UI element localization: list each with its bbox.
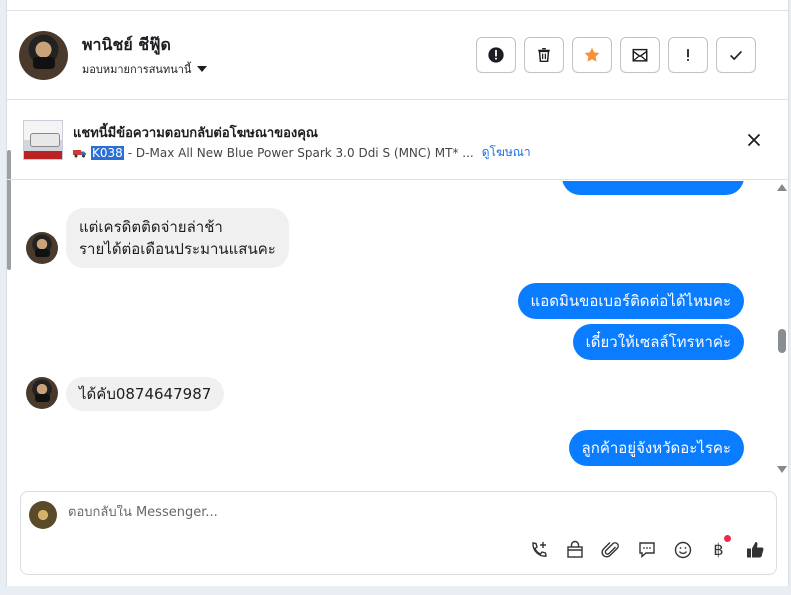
contact-avatar[interactable] (19, 31, 68, 80)
scroll-down-arrow[interactable] (777, 466, 787, 473)
emoji-button[interactable] (671, 538, 694, 561)
payment-button[interactable]: ฿ (707, 535, 731, 561)
message-text: รายได้ต่อเดือนประมานแสนคะ (79, 240, 276, 258)
smiley-icon (674, 541, 691, 558)
view-ad-link[interactable]: ดูโฆษณา (482, 143, 531, 162)
assign-label: มอบหมายการสนทนานี้ (82, 63, 192, 76)
shop-button[interactable] (563, 538, 586, 561)
thumbs-up-icon (746, 541, 763, 557)
close-icon[interactable] (744, 130, 764, 150)
chat-window: พานิชย์ ชีฟู๊ด มอบหมายการสนทนานี้ แชทนี้… (6, 0, 789, 586)
delete-button[interactable] (524, 37, 564, 73)
shopping-bag-icon (566, 540, 583, 558)
message-bubble-out[interactable]: ลูกค้าอยู่จังหวัดอะไรคะ (568, 430, 744, 466)
baht-icon: ฿ (713, 540, 724, 559)
message-bubble-out[interactable]: แอดมินขอเบอร์ติดต่อได้ไหมคะ (517, 283, 744, 319)
ad-description: - D-Max All New Blue Power Spark 3.0 Ddi… (127, 145, 474, 160)
call-button[interactable] (527, 538, 550, 561)
scroll-thumb[interactable] (778, 329, 786, 353)
saved-replies-button[interactable] (635, 538, 658, 561)
thread-scrollbar[interactable] (777, 181, 787, 479)
message-bubble-in[interactable]: ได้คับ0874647987 (66, 377, 225, 411)
reply-composer: ฿ (20, 491, 777, 575)
message-bubble-out-partial (562, 181, 744, 195)
check-icon (730, 50, 742, 61)
page-avatar (29, 501, 57, 529)
message-thread[interactable]: แต่เครดิตติดจ่ายล่าช้า รายได้ต่อเดือนประ… (7, 181, 775, 479)
ad-reply-banner: แชทนี้มีข้อความตอบกลับต่อโฆษณาของคุณ K03… (7, 100, 788, 180)
exclamation-icon (687, 49, 689, 61)
star-icon (584, 47, 600, 62)
alert-circle-icon (488, 47, 504, 63)
chat-bubble-icon (638, 541, 655, 558)
conversation-header: พานิชย์ ชีฟู๊ด มอบหมายการสนทนานี้ (7, 11, 788, 100)
spam-button[interactable] (476, 37, 516, 73)
reply-input[interactable] (68, 505, 668, 520)
done-button[interactable] (716, 37, 756, 73)
contact-avatar-small[interactable] (26, 377, 58, 409)
ad-banner-title: แชทนี้มีข้อความตอบกลับต่อโฆษณาของคุณ (73, 126, 318, 141)
ad-description-line: K038 - D-Max All New Blue Power Spark 3.… (73, 143, 531, 162)
paperclip-icon (600, 541, 619, 558)
star-button[interactable] (572, 37, 612, 73)
important-button[interactable] (668, 37, 708, 73)
like-button[interactable] (743, 538, 766, 561)
message-bubble-in[interactable]: แต่เครดิตติดจ่ายล่าช้า รายได้ต่อเดือนประ… (66, 208, 289, 268)
mark-unread-button[interactable] (620, 37, 660, 73)
message-bubble-out[interactable]: เดี๋ยวให้เซลล์โทรหาค่ะ (572, 324, 744, 360)
composer-toolbar: ฿ (527, 535, 766, 561)
chevron-down-icon (197, 66, 208, 72)
message-text: แต่เครดิตติดจ่ายล่าช้า (79, 218, 223, 236)
ad-code: K038 (91, 145, 124, 160)
attach-button[interactable] (599, 538, 622, 561)
ad-thumbnail[interactable] (23, 120, 63, 160)
contact-avatar-small[interactable] (26, 232, 58, 264)
notification-dot (724, 535, 731, 542)
truck-icon (73, 149, 86, 157)
scroll-up-arrow[interactable] (777, 184, 787, 191)
contact-name[interactable]: พานิชย์ ชีฟู๊ด (82, 33, 171, 58)
header-actions (476, 37, 756, 73)
trash-icon (538, 47, 550, 63)
envelope-icon (632, 48, 648, 62)
phone-plus-icon (531, 541, 547, 557)
assign-conversation-dropdown[interactable]: มอบหมายการสนทนานี้ (82, 60, 208, 78)
